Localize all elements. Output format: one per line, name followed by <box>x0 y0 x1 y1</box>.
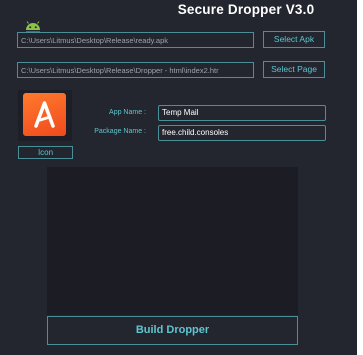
app-name-label: App Name : <box>109 109 146 116</box>
letter-a-glyph <box>34 101 55 128</box>
select-apk-button[interactable]: Select Apk <box>263 31 325 48</box>
select-page-button[interactable]: Select Page <box>263 61 325 78</box>
dropper-window: Secure Dropper V3.0 C:\Users\Litmus\Desk… <box>0 0 357 355</box>
package-name-field[interactable]: free.child.consoles <box>158 125 326 141</box>
app-logo-a-icon <box>23 93 66 136</box>
window-edge <box>357 0 363 355</box>
icon-button[interactable]: Icon <box>18 146 73 159</box>
output-panel <box>47 167 298 315</box>
page-path-field[interactable]: C:\Users\Litmus\Desktop\Release\Dropper … <box>17 62 254 78</box>
icon-preview <box>18 90 72 141</box>
app-name-field[interactable]: Temp Mail <box>158 105 326 121</box>
apk-path-field[interactable]: C:\Users\Litmus\Desktop\Release\ready.ap… <box>17 32 254 48</box>
window-title: Secure Dropper V3.0 <box>177 2 315 17</box>
build-dropper-button[interactable]: Build Dropper <box>47 316 298 345</box>
package-name-label: Package Name : <box>94 128 146 135</box>
